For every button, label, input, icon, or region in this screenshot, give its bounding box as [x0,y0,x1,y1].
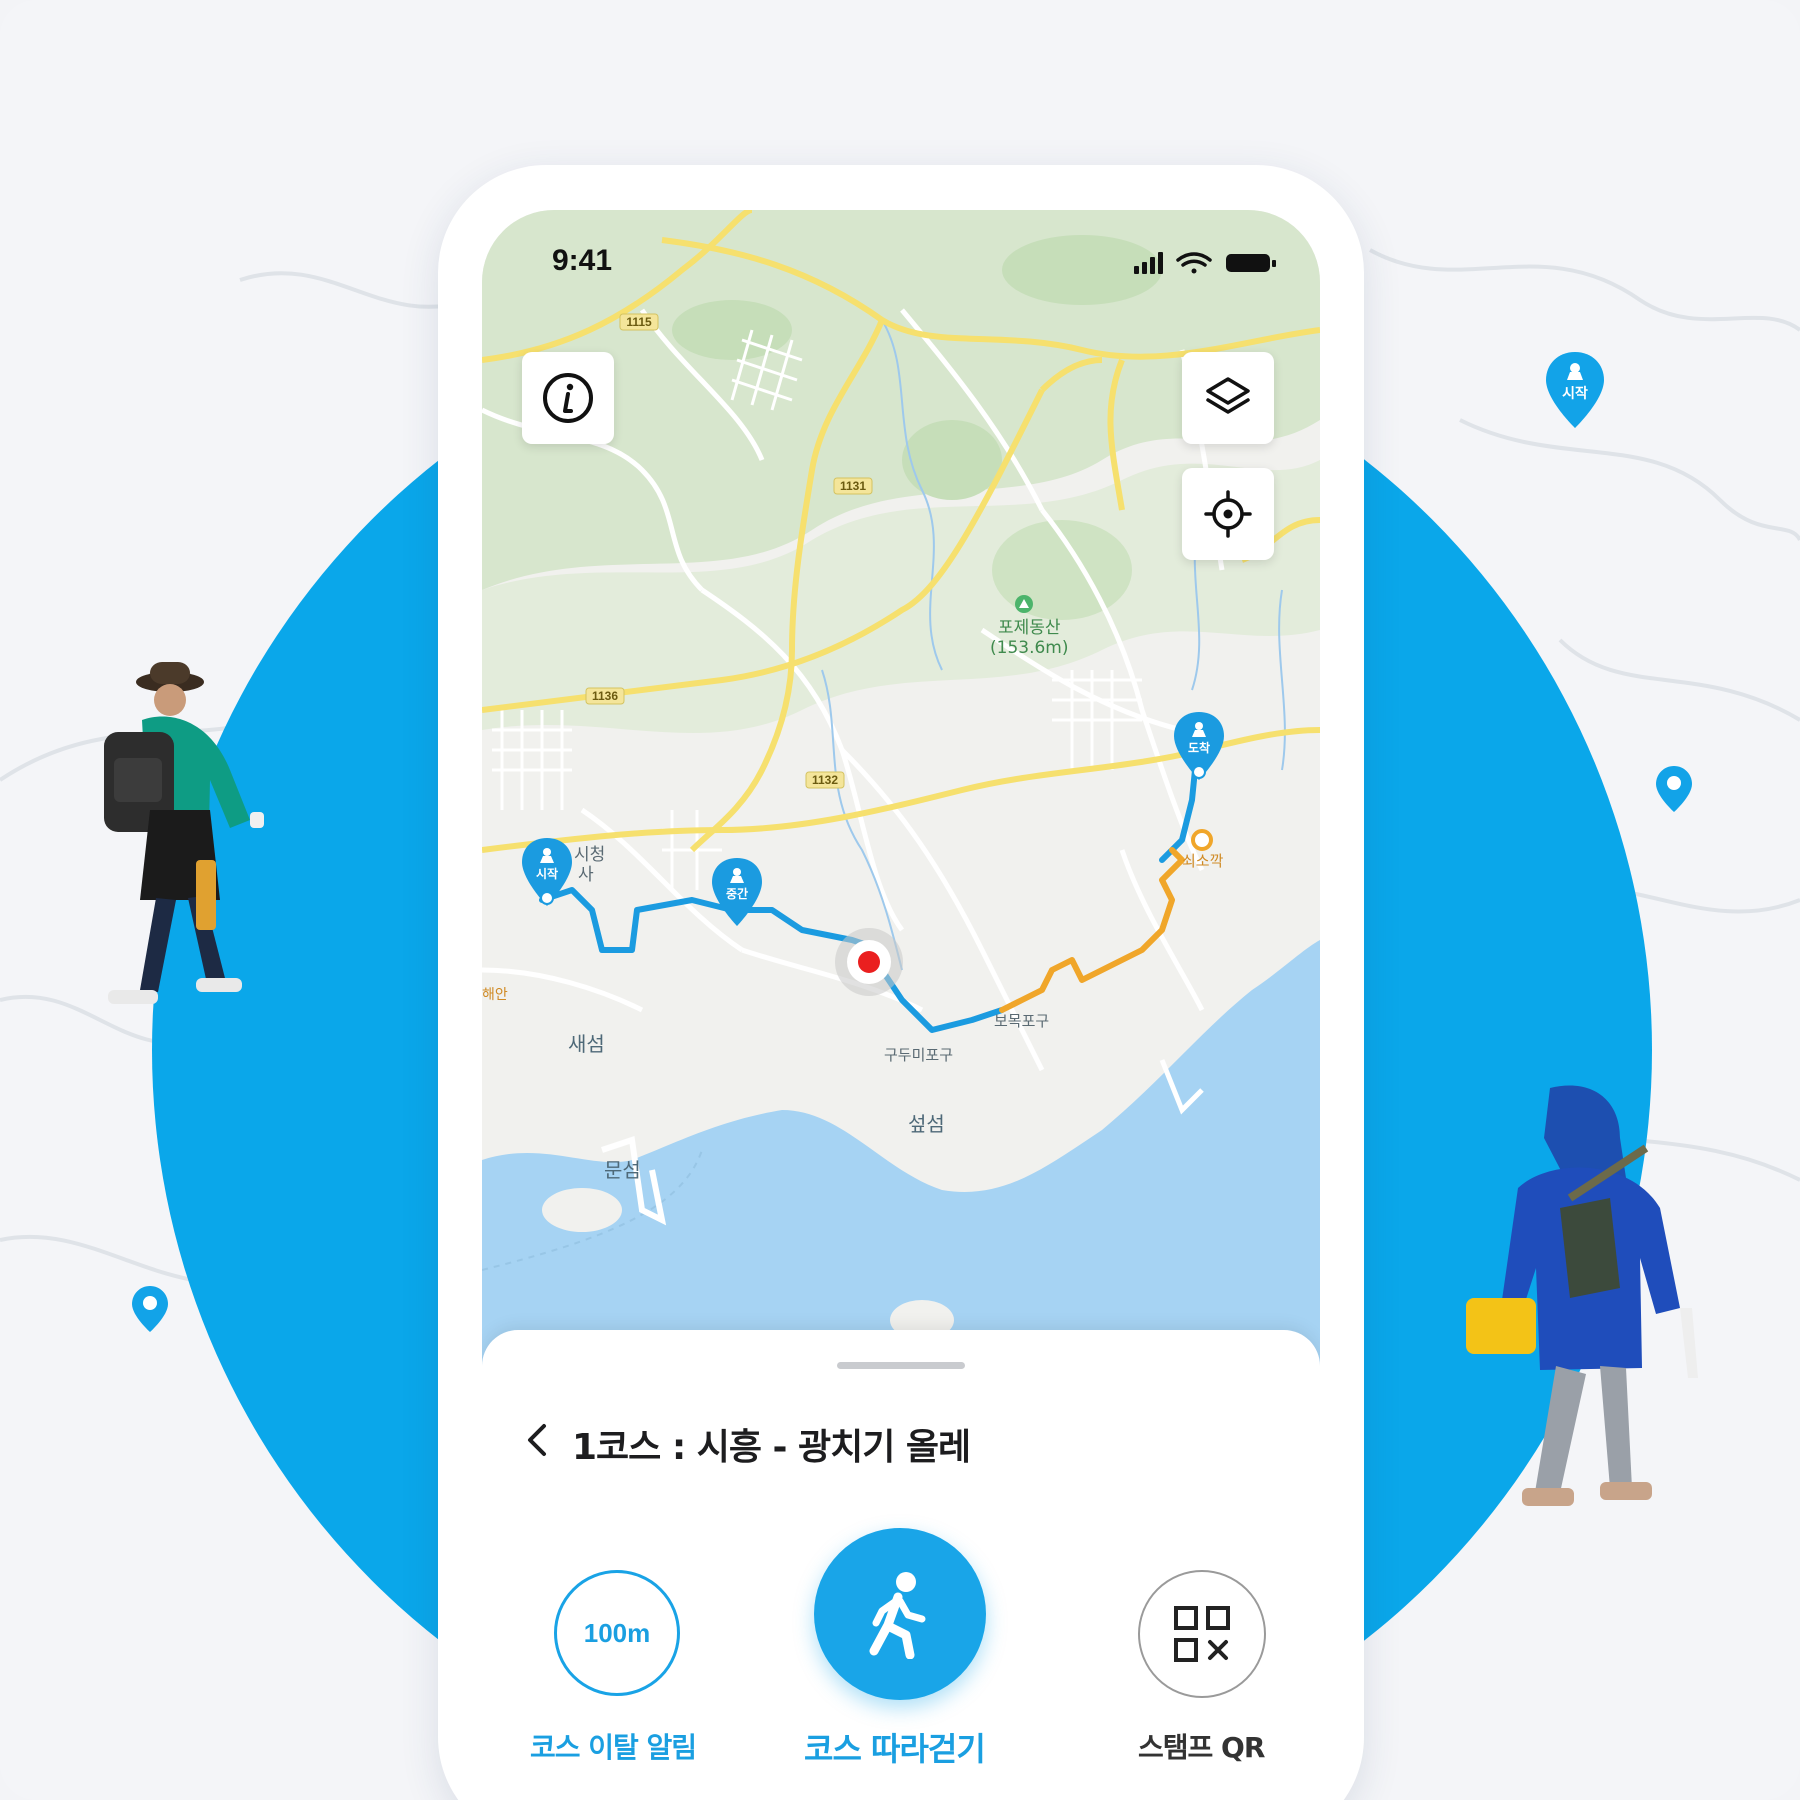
course-bottom-sheet: 1코스 : 시흥 - 광치기 올레 100m 코스 이탈 알림 코스 따라걷기 [482,1330,1320,1800]
hiker-illustration-left [104,662,264,1004]
follow-course-button[interactable] [814,1528,986,1700]
qr-code-icon [1174,1606,1230,1662]
crosshair-icon [1204,490,1252,538]
location-pin-icon [1656,766,1692,812]
follow-course-label: 코스 따라걷기 [804,1730,986,1768]
city-hall-label-2: 사 [578,865,594,885]
info-button[interactable] [522,352,614,444]
distance-badge: 100m [583,1617,651,1648]
svg-text:도착: 도착 [1188,740,1210,755]
svg-text:시작: 시작 [1562,385,1588,402]
island-label: 새섬 [568,1032,605,1056]
hiker-illustration-right [1466,1085,1698,1506]
sheet-drag-handle[interactable] [837,1362,965,1369]
svg-text:1132: 1132 [812,773,838,787]
start-marker-icon[interactable]: 시작 [520,836,574,908]
layers-button[interactable] [1182,352,1274,444]
port-label: 보목포구 [994,1012,1050,1030]
info-icon [543,373,593,423]
port-label: 구두미포구 [884,1046,954,1064]
wifi-icon [1176,252,1212,274]
stamp-qr-label: 스탬프 QR [1138,1731,1265,1764]
location-pin-icon [132,1286,168,1332]
deviation-alert-label: 코스 이탈 알림 [530,1731,697,1764]
island-label: 섶섬 [908,1112,945,1136]
midpoint-marker-icon[interactable]: 중간 [710,856,764,928]
promo-stage: 시작 1115 1131 1136 1132 포제동산 (153.6m) 시청 … [0,0,1800,1800]
finish-marker-icon[interactable]: 도착 [1172,710,1226,782]
signal-icon [1134,252,1163,274]
svg-text:1115: 1115 [626,315,652,329]
back-chevron-icon[interactable] [522,1420,552,1460]
place-label: 쇠소깍 [1182,852,1224,870]
stamp-qr-button[interactable] [1138,1570,1266,1698]
layers-icon [1206,377,1250,414]
svg-text:1131: 1131 [840,479,866,493]
place-label: 해안 [482,987,508,1003]
my-location-button[interactable] [1182,468,1274,560]
status-time: 9:41 [552,244,613,277]
phone-screen: 1115 1131 1136 1132 포제동산 (153.6m) 시청 사 새… [482,210,1320,1800]
mountain-label: 포제동산 (153.6m) [990,618,1069,658]
walking-person-icon [869,1572,926,1659]
course-title: 1코스 : 시흥 - 광치기 올레 [572,1427,971,1468]
svg-text:중간: 중간 [726,886,748,901]
battery-icon [1226,254,1276,272]
svg-text:시작: 시작 [536,866,558,881]
svg-text:1136: 1136 [592,689,618,703]
start-pin-icon: 시작 [1546,352,1604,428]
deviation-alert-button[interactable]: 100m [554,1570,680,1696]
status-icons [1134,252,1276,274]
island-label: 문섬 [604,1158,641,1182]
